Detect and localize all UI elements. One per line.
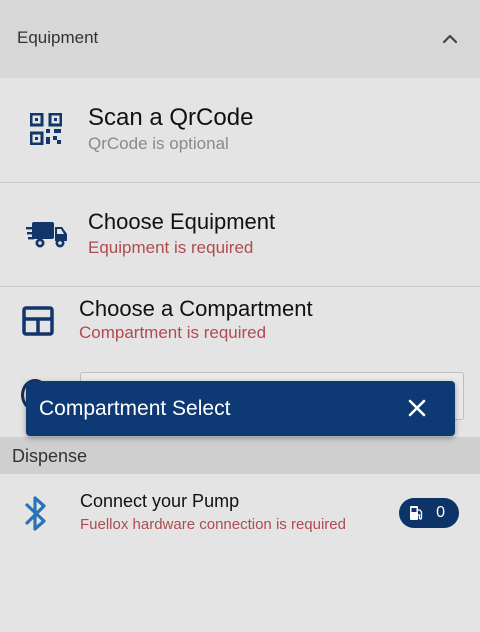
equipment-section-header[interactable]: Equipment — [0, 0, 480, 78]
pump-title: Connect your Pump — [80, 491, 240, 511]
pump-count: 0 — [436, 504, 445, 521]
grid-icon — [22, 306, 54, 336]
row-subtitle: Compartment is required — [79, 323, 267, 342]
equipment-section-title: Equipment — [17, 28, 99, 47]
choose-equipment-row[interactable]: Choose Equipment Equipment is required — [0, 183, 480, 286]
row-title: Choose a Compartment — [79, 296, 313, 321]
compartment-select-snackbar: Compartment Select — [26, 381, 455, 436]
dispense-section-title: Dispense — [12, 446, 88, 466]
bluetooth-icon — [25, 496, 46, 531]
pump-subtitle: Fuellox hardware connection is required — [80, 516, 346, 533]
row-title: Choose Equipment — [88, 209, 276, 234]
row-subtitle: Equipment is required — [88, 238, 254, 257]
chevron-up-icon[interactable] — [440, 30, 460, 46]
row-subtitle: QrCode is optional — [88, 134, 229, 153]
scan-qrcode-row[interactable]: Scan a QrCode QrCode is optional — [0, 79, 480, 182]
row-title: Scan a QrCode — [88, 104, 254, 131]
close-icon[interactable] — [405, 396, 429, 420]
pump-count-badge[interactable]: 0 — [399, 498, 459, 528]
choose-compartment-row[interactable]: Choose a Compartment Compartment is requ… — [0, 287, 480, 367]
fuel-pump-icon — [410, 506, 423, 520]
dispense-section-header: Dispense — [0, 437, 480, 474]
truck-icon — [26, 222, 67, 248]
snackbar-message: Compartment Select — [39, 397, 231, 420]
qrcode-icon — [30, 113, 62, 145]
